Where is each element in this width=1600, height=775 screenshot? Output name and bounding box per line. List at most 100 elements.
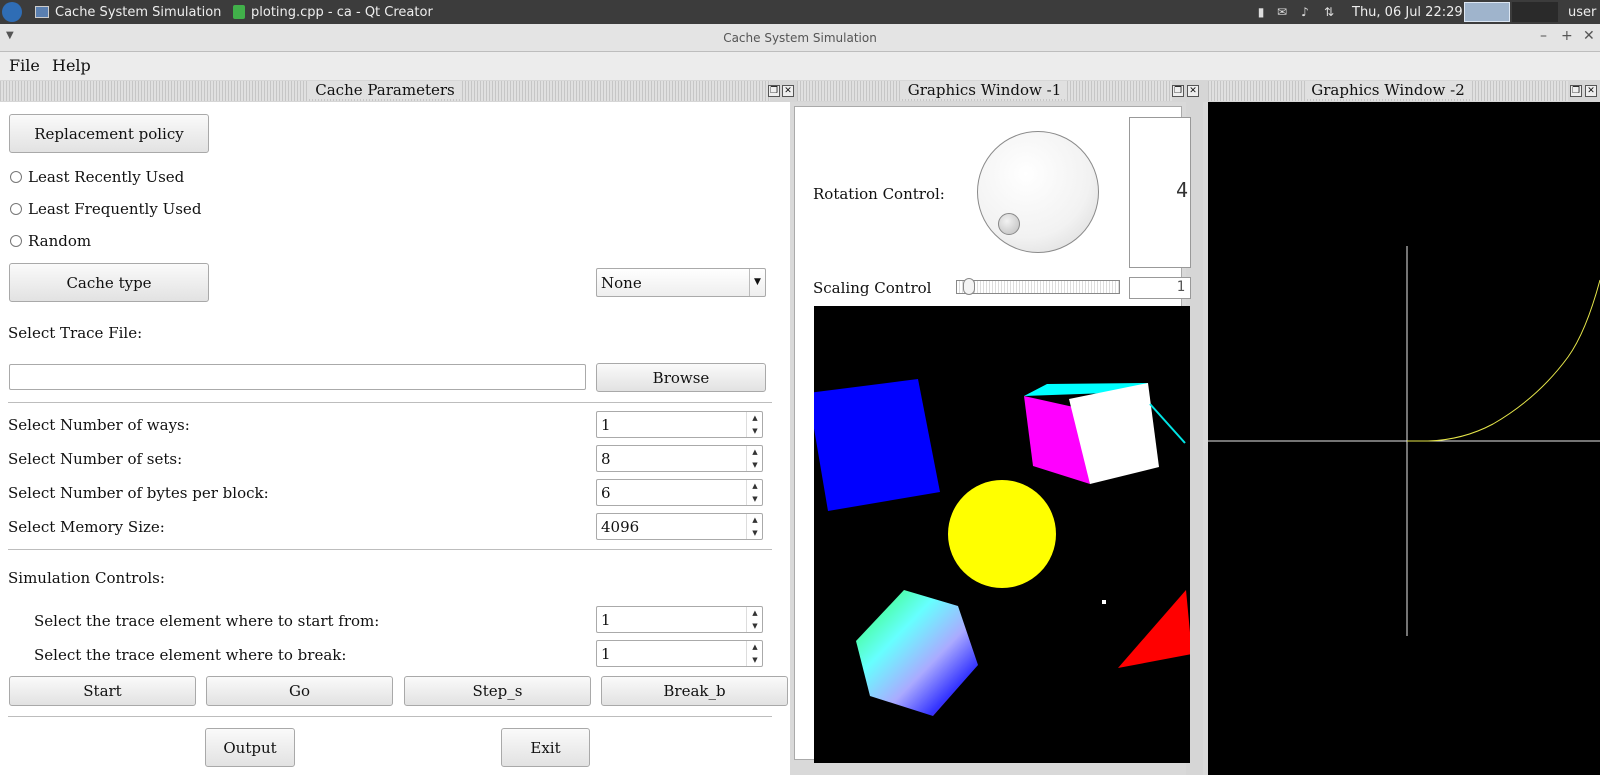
clock[interactable]: Thu, 06 Jul 22:29	[1352, 0, 1463, 24]
chevron-down-icon[interactable]: ▼	[747, 654, 763, 666]
spin-value: 6	[601, 484, 611, 502]
rotation-label: Rotation Control:	[813, 185, 945, 203]
blue-square	[808, 379, 940, 511]
bytes-spinbox[interactable]: 6 ▲ ▼	[596, 479, 763, 506]
browse-button[interactable]: Browse	[596, 363, 766, 392]
start-button[interactable]: Start	[9, 676, 196, 706]
cache-type-button[interactable]: Cache type	[9, 263, 209, 302]
radio-label: Least Recently Used	[28, 168, 185, 186]
ways-spinbox[interactable]: 1 ▲ ▼	[596, 411, 763, 438]
radio-button[interactable]	[10, 235, 22, 247]
workspace-1[interactable]	[1464, 2, 1510, 22]
radio-label: Random	[28, 232, 92, 250]
dock-title-text: Graphics Window -2	[1305, 81, 1471, 99]
chevron-up-icon[interactable]: ▲	[747, 412, 763, 424]
taskbar-item-cache-sim[interactable]: Cache System Simulation	[35, 0, 221, 24]
close-icon[interactable]: ✕	[1187, 85, 1199, 97]
spin-arrows: ▲ ▼	[746, 446, 762, 471]
spin-arrows: ▲ ▼	[746, 641, 762, 666]
chevron-up-icon[interactable]: ▲	[747, 607, 763, 619]
user-label: user	[1568, 4, 1597, 20]
menu-help[interactable]: Help	[52, 56, 91, 75]
menu-logo-icon[interactable]	[2, 2, 22, 22]
start-from-spinbox[interactable]: 1 ▲ ▼	[596, 606, 763, 633]
go-button[interactable]: Go	[206, 676, 393, 706]
yellow-circle	[948, 480, 1056, 588]
step-button[interactable]: Step_s	[404, 676, 591, 706]
menubar: File Help	[0, 52, 1600, 80]
window-title: Cache System Simulation	[723, 31, 877, 45]
mail-icon[interactable]: ✉	[1275, 5, 1289, 19]
chevron-up-icon[interactable]: ▲	[747, 514, 763, 526]
rotation-dial[interactable]	[977, 131, 1099, 253]
spin-arrows: ▲ ▼	[746, 607, 762, 632]
replacement-policy-button[interactable]: Replacement policy	[9, 114, 209, 153]
dock-title-text: Cache Parameters	[309, 81, 461, 99]
taskbar-item-qtcreator[interactable]: ploting.cpp - ca - Qt Creator	[233, 0, 433, 24]
chevron-up-icon[interactable]: ▲	[747, 446, 763, 458]
shapes-drawing	[808, 379, 1192, 716]
divider	[8, 549, 772, 550]
user-menu[interactable]: user	[1568, 0, 1596, 24]
graphics-window-2[interactable]	[1208, 102, 1600, 775]
float-icon[interactable]: ❐	[1172, 85, 1184, 97]
ways-label: Select Number of ways:	[8, 416, 190, 434]
close-icon[interactable]: ✕	[1585, 85, 1597, 97]
radio-button[interactable]	[10, 203, 22, 215]
output-button[interactable]: Output	[205, 728, 295, 767]
float-icon[interactable]: ❐	[768, 85, 780, 97]
spin-arrows: ▲ ▼	[746, 480, 762, 505]
taskbar-item-label: Cache System Simulation	[55, 4, 222, 20]
cache-type-select[interactable]: None ▼	[596, 268, 766, 297]
close-icon[interactable]: ✕	[1583, 28, 1595, 44]
float-icon[interactable]: ❐	[1570, 85, 1582, 97]
trace-file-label: Select Trace File:	[8, 324, 143, 342]
white-dot	[1102, 600, 1106, 604]
close-icon[interactable]: ✕	[782, 85, 794, 97]
sets-spinbox[interactable]: 8 ▲ ▼	[596, 445, 763, 472]
chevron-down-icon[interactable]: ▼	[747, 493, 763, 505]
scaling-slider-track[interactable]	[956, 280, 1120, 294]
chevron-up-icon[interactable]: ▲	[747, 480, 763, 492]
red-triangle	[1118, 590, 1192, 668]
trace-file-input[interactable]	[9, 364, 586, 390]
qt-creator-icon	[233, 5, 245, 19]
break-button[interactable]: Break_b	[601, 676, 788, 706]
rotation-lcd: 4	[1129, 117, 1191, 268]
clock-text: Thu, 06 Jul 22:29	[1352, 4, 1463, 20]
start-from-label: Select the trace element where to start …	[34, 612, 380, 630]
chevron-up-icon[interactable]: ▲	[747, 641, 763, 653]
spin-value: 8	[601, 450, 611, 468]
chevron-down-icon[interactable]: ▼	[747, 459, 763, 471]
radio-label: Least Frequently Used	[28, 200, 202, 218]
workspace-2[interactable]	[1512, 2, 1558, 22]
radio-lfu[interactable]: Least Frequently Used	[10, 200, 201, 218]
chevron-down-icon[interactable]: ▼	[747, 620, 763, 632]
dial-knob[interactable]	[998, 213, 1020, 235]
divider	[8, 716, 772, 717]
network-icon[interactable]: ⇅	[1322, 5, 1336, 19]
chevron-down-icon[interactable]: ▼	[747, 527, 763, 539]
spin-arrows: ▲ ▼	[746, 412, 762, 437]
scaling-slider-handle[interactable]	[963, 278, 975, 295]
shapes-canvas[interactable]	[808, 306, 1192, 763]
radio-lru[interactable]: Least Recently Used	[10, 168, 184, 186]
volume-icon[interactable]: ♪	[1298, 5, 1312, 19]
memory-label: Select Memory Size:	[8, 518, 165, 536]
exit-button[interactable]: Exit	[501, 728, 590, 767]
divider	[8, 402, 772, 403]
chevron-down-icon[interactable]: ▼	[747, 425, 763, 437]
break-at-spinbox[interactable]: 1 ▲ ▼	[596, 640, 763, 667]
plot-curve	[1407, 279, 1600, 442]
rotation-value: 4	[1175, 178, 1188, 202]
minimize-icon[interactable]: –	[1540, 28, 1547, 44]
radio-random[interactable]: Random	[10, 232, 91, 250]
memory-spinbox[interactable]: 4096 ▲ ▼	[596, 513, 763, 540]
maximize-icon[interactable]: +	[1561, 28, 1573, 44]
break-at-label: Select the trace element where to break:	[34, 646, 347, 664]
select-value: None	[601, 274, 642, 292]
menu-file[interactable]: File	[9, 56, 40, 75]
battery-icon[interactable]: ▮	[1254, 5, 1268, 19]
radio-button[interactable]	[10, 171, 22, 183]
spin-value: 4096	[601, 518, 640, 536]
